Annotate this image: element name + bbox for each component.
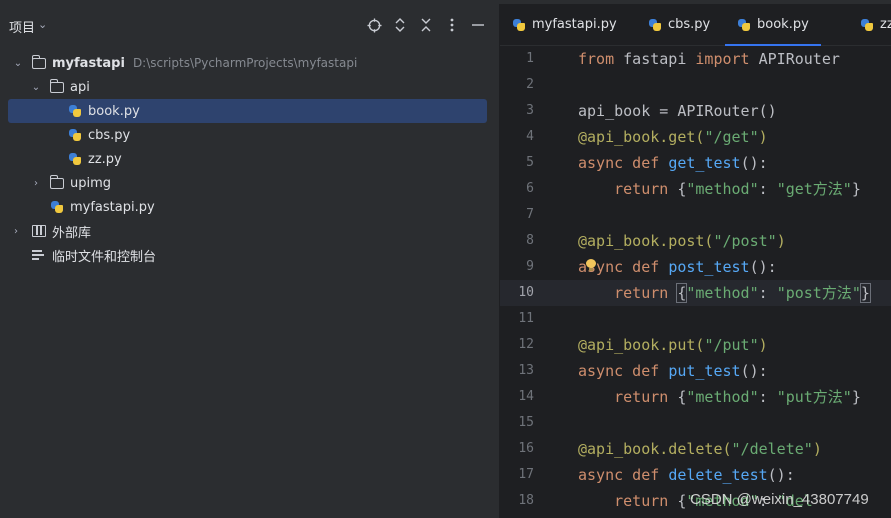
code-line: 7: [500, 202, 891, 228]
code-line: 3 api_book = APIRouter(): [500, 98, 891, 124]
python-file-icon: [68, 152, 82, 166]
chevron-right-icon[interactable]: ›: [10, 225, 22, 237]
line-number: 8: [526, 233, 534, 248]
code-line: 9 async def post_test():: [500, 254, 891, 280]
tree-item-scratches[interactable]: 临时文件和控制台: [8, 243, 487, 267]
minimize-icon[interactable]: [470, 16, 486, 34]
editor: myfastapi.py cbs.py book.py zz 1 from fas…: [500, 4, 891, 518]
tree-item-cbs-py[interactable]: cbs.py: [8, 123, 487, 147]
line-number: 4: [526, 129, 534, 144]
code-line: 8 @api_book.post("/post"): [500, 228, 891, 254]
project-panel-header: 项目 ⌄: [0, 4, 499, 48]
tab-label: cbs.py: [668, 17, 711, 32]
editor-tabs: myfastapi.py cbs.py book.py zz: [500, 4, 891, 46]
line-number: 13: [518, 363, 534, 378]
code-line: 11: [500, 306, 891, 332]
tree-item-api[interactable]: ⌄ api: [8, 75, 487, 99]
folder-icon: [50, 174, 64, 189]
tree-item-label: book.py: [88, 103, 140, 119]
chevron-down-icon[interactable]: ⌄: [12, 57, 24, 69]
root-folder-path: D:\scripts\PycharmProjects\myfastapi: [132, 56, 358, 70]
code-line: 17 async def delete_test():: [500, 462, 891, 488]
line-number: 18: [518, 493, 534, 508]
tree-item-external-libraries[interactable]: › 外部库: [8, 219, 487, 243]
line-number: 1: [526, 51, 534, 66]
code-line: 1 from fastapi import APIRouter: [500, 46, 891, 72]
line-number: 10: [518, 285, 534, 300]
python-file-icon: [50, 200, 64, 214]
code-line: 5 async def get_test():: [500, 150, 891, 176]
chevron-down-icon[interactable]: ⌄: [30, 81, 42, 93]
line-number: 6: [526, 181, 534, 196]
line-number: 2: [526, 77, 534, 92]
root-folder-name: myfastapi: [52, 55, 125, 71]
python-file-icon: [68, 104, 82, 118]
collapse-all-icon[interactable]: [418, 16, 434, 34]
chevron-right-icon[interactable]: ›: [30, 177, 42, 189]
tree-item-label: zz.py: [88, 151, 122, 167]
tree-item-label: cbs.py: [88, 127, 131, 143]
code-line-current: 10 return {"method": "post方法"}: [500, 280, 891, 306]
expand-all-icon[interactable]: [392, 16, 408, 34]
code-line: 4 @api_book.get("/get"): [500, 124, 891, 150]
python-file-icon: [512, 18, 526, 32]
line-number: 3: [526, 103, 534, 118]
line-number: 17: [518, 467, 534, 482]
line-number: 12: [518, 337, 534, 352]
tree-item-zz-py[interactable]: zz.py: [8, 147, 487, 171]
folder-icon: [32, 54, 46, 69]
chevron-down-icon[interactable]: ⌄: [38, 18, 47, 31]
code-line: 13 async def put_test():: [500, 358, 891, 384]
tree-item-upimg[interactable]: › upimg: [8, 171, 487, 195]
more-options-icon[interactable]: [444, 16, 460, 34]
tree-item-label: 外部库: [52, 225, 92, 241]
library-icon: [32, 225, 46, 237]
project-panel-title[interactable]: 项目: [9, 17, 35, 36]
python-file-icon: [737, 18, 751, 32]
code-line: 6 return {"method": "get方法"}: [500, 176, 891, 202]
line-number: 15: [518, 415, 534, 430]
line-number: 9: [526, 259, 534, 274]
line-number: 5: [526, 155, 534, 170]
code-line: 15: [500, 410, 891, 436]
watermark: CSDN @weixin_43807749: [690, 491, 869, 508]
tab-label: myfastapi.py: [532, 17, 617, 32]
code-line: 14 return {"method": "put方法"}: [500, 384, 891, 410]
code-line: 2: [500, 72, 891, 98]
python-file-icon: [68, 128, 82, 142]
python-file-icon: [860, 18, 874, 32]
line-number: 14: [518, 389, 534, 404]
tree-item-myfastapi-py[interactable]: myfastapi.py: [8, 195, 487, 219]
code-line: 16 @api_book.delete("/delete"): [500, 436, 891, 462]
folder-icon: [50, 78, 64, 93]
tree-item-label: upimg: [70, 175, 112, 191]
tree-item-label: myfastapi.py: [70, 199, 155, 215]
python-file-icon: [648, 18, 662, 32]
line-number: 7: [526, 207, 534, 222]
scratches-icon: [32, 249, 46, 261]
tab-book-py[interactable]: book.py: [725, 4, 821, 46]
code-line: 12 @api_book.put("/put"): [500, 332, 891, 358]
tab-label: zz: [880, 17, 891, 32]
tree-item-label: 临时文件和控制台: [52, 249, 157, 265]
tab-cbs-py[interactable]: cbs.py: [648, 4, 710, 45]
lightbulb-icon[interactable]: [586, 259, 596, 271]
tree-item-root[interactable]: ⌄ myfastapi D:\scripts\PycharmProjects\m…: [8, 51, 487, 75]
line-number: 11: [518, 311, 534, 326]
tree-item-book-py[interactable]: book.py: [8, 99, 487, 123]
tab-myfastapi-py[interactable]: myfastapi.py: [512, 4, 617, 45]
locate-icon[interactable]: [366, 16, 382, 34]
tab-zz-py[interactable]: zz: [860, 4, 891, 45]
project-panel: 项目 ⌄ ⌄ myfastapi D:\scripts\PycharmProje…: [0, 4, 499, 518]
line-number: 16: [518, 441, 534, 456]
tab-label: book.py: [757, 17, 809, 32]
tree-item-label: api: [70, 79, 90, 95]
